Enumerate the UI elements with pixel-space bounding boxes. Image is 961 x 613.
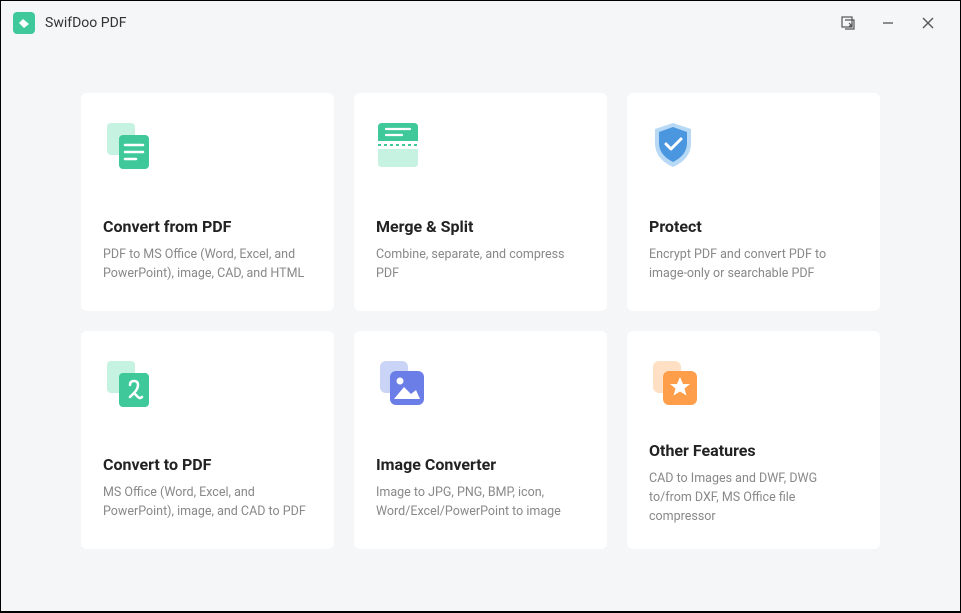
close-icon bbox=[922, 17, 934, 29]
card-desc: CAD to Images and DWF, DWG to/from DXF, … bbox=[649, 470, 858, 526]
card-image-converter[interactable]: Image Converter Image to JPG, PNG, BMP, … bbox=[354, 331, 607, 549]
card-desc: PDF to MS Office (Word, Excel, and Power… bbox=[103, 246, 312, 284]
card-merge-split[interactable]: Merge & Split Combine, separate, and com… bbox=[354, 93, 607, 311]
content-area: Convert from PDF PDF to MS Office (Word,… bbox=[1, 45, 960, 611]
close-button[interactable] bbox=[908, 3, 948, 43]
card-title: Merge & Split bbox=[376, 217, 585, 236]
card-other-features[interactable]: Other Features CAD to Images and DWF, DW… bbox=[627, 331, 880, 549]
card-title: Convert from PDF bbox=[103, 217, 312, 236]
minimize-icon bbox=[882, 17, 894, 29]
card-title: Protect bbox=[649, 217, 858, 236]
other-features-icon bbox=[649, 359, 858, 409]
card-desc: Image to JPG, PNG, BMP, icon, Word/Excel… bbox=[376, 484, 585, 522]
window-action-button[interactable] bbox=[828, 3, 868, 43]
card-protect[interactable]: Protect Encrypt PDF and convert PDF to i… bbox=[627, 93, 880, 311]
card-desc: Combine, separate, and compress PDF bbox=[376, 246, 585, 284]
card-desc: MS Office (Word, Excel, and PowerPoint),… bbox=[103, 484, 312, 522]
protect-icon bbox=[649, 121, 858, 185]
titlebar-left: SwifDoo PDF bbox=[13, 12, 127, 34]
card-title: Other Features bbox=[649, 441, 858, 460]
convert-to-pdf-icon bbox=[103, 359, 312, 423]
app-logo-icon bbox=[13, 12, 35, 34]
titlebar: SwifDoo PDF bbox=[1, 1, 960, 45]
card-convert-to-pdf[interactable]: Convert to PDF MS Office (Word, Excel, a… bbox=[81, 331, 334, 549]
card-title: Convert to PDF bbox=[103, 455, 312, 474]
convert-from-pdf-icon bbox=[103, 121, 312, 185]
window-action-icon bbox=[840, 15, 856, 31]
app-title: SwifDoo PDF bbox=[45, 15, 127, 31]
card-convert-from-pdf[interactable]: Convert from PDF PDF to MS Office (Word,… bbox=[81, 93, 334, 311]
minimize-button[interactable] bbox=[868, 3, 908, 43]
card-desc: Encrypt PDF and convert PDF to image-onl… bbox=[649, 246, 858, 284]
card-title: Image Converter bbox=[376, 455, 585, 474]
app-window: SwifDoo PDF bbox=[1, 1, 960, 611]
feature-grid: Convert from PDF PDF to MS Office (Word,… bbox=[81, 93, 880, 549]
titlebar-right bbox=[828, 3, 948, 43]
image-converter-icon bbox=[376, 359, 585, 423]
merge-split-icon bbox=[376, 121, 585, 185]
